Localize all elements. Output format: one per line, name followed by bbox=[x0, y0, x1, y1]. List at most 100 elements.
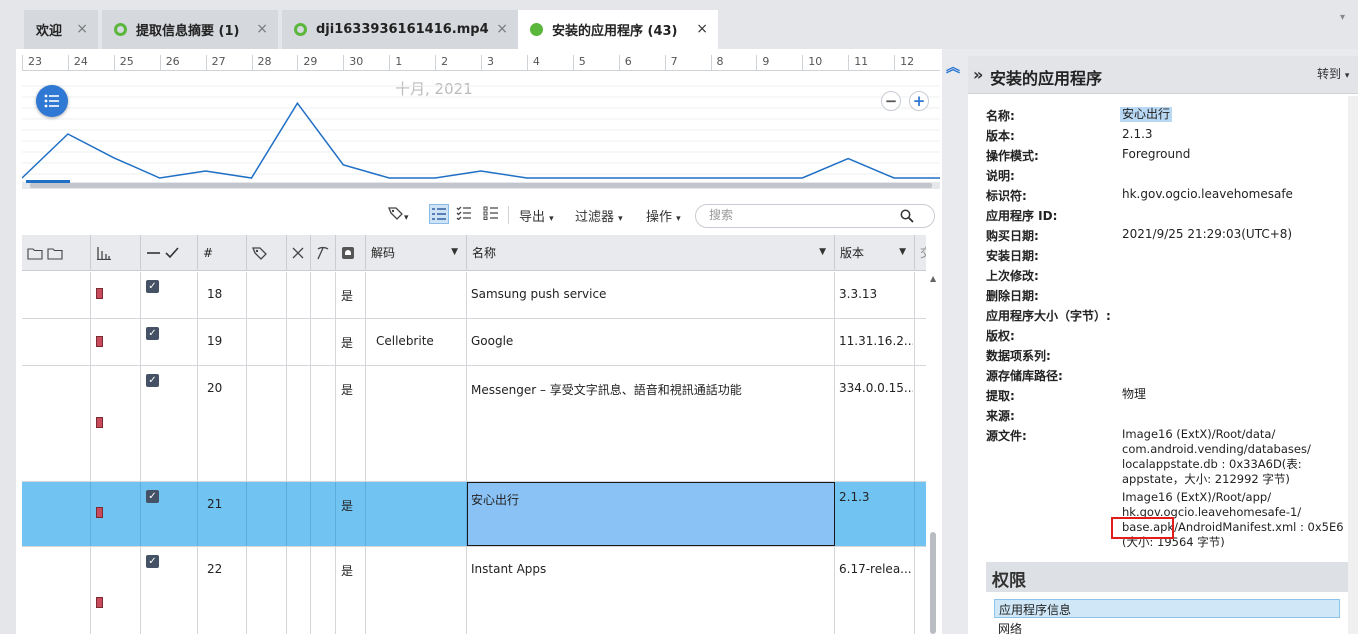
header-bars[interactable] bbox=[91, 235, 141, 271]
close-icon[interactable]: × bbox=[76, 21, 88, 37]
row-checkbox[interactable]: ✓ bbox=[146, 374, 159, 387]
status-marker bbox=[96, 507, 103, 518]
list-view-button[interactable] bbox=[36, 85, 68, 117]
export-label: 导出 bbox=[519, 210, 546, 225]
action-label: 操作 bbox=[646, 210, 673, 225]
permissions-header: 权限 bbox=[986, 562, 1348, 592]
table-row[interactable]: ✓ 20 是 Messenger – 享受文字訊息、語音和視訊通話功能 334.… bbox=[22, 366, 926, 482]
field-label: 应用程序 ID: bbox=[986, 209, 1058, 223]
tag-icon bbox=[388, 207, 403, 220]
permission-item[interactable]: 网络 bbox=[998, 620, 1022, 634]
header-carved[interactable] bbox=[311, 235, 336, 271]
close-x-icon bbox=[292, 247, 304, 258]
timeline-tick-label: 30 bbox=[343, 55, 363, 71]
view-mode-checked-button[interactable] bbox=[456, 206, 472, 224]
tab-installed-apps[interactable]: 安装的应用程序 (43) × bbox=[518, 10, 718, 49]
source-file-line[interactable]: appstate，大小: 212992 字节) bbox=[1122, 472, 1290, 487]
search-icon[interactable] bbox=[900, 209, 914, 223]
source-file-line[interactable]: Image16 (ExtX)/Root/data/ bbox=[1122, 427, 1275, 442]
tab-welcome[interactable]: 欢迎 × bbox=[24, 10, 98, 49]
table-row[interactable]: ✓ 22 是 Instant Apps 6.17-relea... bbox=[22, 547, 926, 634]
field-label: 应用程序大小（字节）: bbox=[986, 309, 1111, 323]
field-label: 删除日期: bbox=[986, 289, 1039, 303]
panel-splitter[interactable] bbox=[942, 49, 964, 634]
close-icon[interactable]: × bbox=[256, 21, 268, 37]
table-row-selected[interactable]: ✓ 21 是 安心出行 2.1.3 bbox=[22, 482, 926, 547]
header-android[interactable] bbox=[336, 235, 366, 271]
status-marker bbox=[96, 336, 103, 347]
search-box bbox=[695, 204, 935, 228]
timeline-scrollbar-thumb[interactable] bbox=[30, 183, 932, 188]
row-checkbox[interactable]: ✓ bbox=[146, 327, 159, 340]
timeline-tick-label: 25 bbox=[113, 55, 134, 71]
zoom-in-button[interactable]: + bbox=[909, 91, 929, 111]
header-version-label: 版本 bbox=[840, 246, 865, 260]
zoom-out-button[interactable]: − bbox=[881, 91, 901, 111]
apps-table: # 解码 ▼ 名称 ▼ 版本 ▼ 交 ✓ 18 是 Samsung push serv… bbox=[22, 235, 926, 634]
field-label: 说明: bbox=[986, 169, 1015, 183]
header-tag[interactable] bbox=[247, 235, 287, 271]
source-file-line[interactable]: Image16 (ExtX)/Root/app/ bbox=[1122, 490, 1271, 505]
row-number: 22 bbox=[207, 562, 223, 576]
scroll-up-icon[interactable]: ▲ bbox=[930, 274, 936, 283]
source-file-line[interactable]: com.android.vending/databases/ bbox=[1122, 442, 1311, 457]
details-scrollbar[interactable] bbox=[1348, 96, 1358, 634]
close-icon[interactable]: × bbox=[496, 21, 508, 37]
row-checkbox[interactable]: ✓ bbox=[146, 555, 159, 568]
row-name: Samsung push service bbox=[471, 287, 607, 301]
field-label: 版本: bbox=[986, 129, 1015, 143]
header-name[interactable]: 名称 ▼ bbox=[467, 235, 835, 271]
tag-dropdown-button[interactable]: ▾ bbox=[388, 206, 409, 224]
header-decode-label: 解码 bbox=[371, 246, 396, 260]
header-decode[interactable]: 解码 ▼ bbox=[366, 235, 467, 271]
timeline-chart[interactable] bbox=[22, 72, 940, 190]
row-version: 6.17-relea... bbox=[839, 562, 912, 576]
table-row[interactable]: ✓ 19 是 Cellebrite Google 11.31.16.2... bbox=[22, 319, 926, 366]
row-deleted: 是 bbox=[341, 289, 354, 303]
action-menu-button[interactable]: 操作 ▾ bbox=[646, 206, 681, 225]
tab-label: dji1633936161416.mp4 bbox=[316, 22, 489, 37]
field-value: hk.gov.ogcio.leavehomesafe bbox=[1122, 187, 1293, 201]
filter-menu-button[interactable]: 过滤器 ▾ bbox=[575, 206, 623, 225]
header-checkbox[interactable] bbox=[141, 235, 198, 271]
goto-menu-button[interactable]: 转到 ▾ bbox=[1317, 65, 1349, 82]
permission-item[interactable]: 应用程序信息 bbox=[994, 599, 1340, 618]
focused-cell[interactable]: 安心出行 bbox=[467, 482, 835, 546]
source-file-line[interactable]: localappstate.db : 0x33A6D(表: bbox=[1122, 457, 1302, 472]
check-toggle-icon bbox=[147, 246, 179, 258]
table-scroll-thumb[interactable] bbox=[930, 532, 936, 634]
export-menu-button[interactable]: 导出 ▾ bbox=[519, 206, 554, 225]
highlight-box bbox=[1111, 517, 1174, 539]
timeline-tick-label: 23 bbox=[22, 55, 42, 71]
bar-chart-icon bbox=[97, 246, 111, 260]
timeline-tick-label: 28 bbox=[251, 55, 272, 71]
header-folders[interactable] bbox=[22, 235, 91, 271]
timeline-gridlines bbox=[22, 85, 940, 175]
timeline-tick-label: 4 bbox=[526, 55, 540, 71]
tab-overflow-icon[interactable]: ▾ bbox=[1340, 12, 1345, 23]
header-number[interactable]: # bbox=[198, 235, 247, 271]
view-mode-list-button[interactable] bbox=[429, 204, 449, 224]
search-input[interactable] bbox=[709, 208, 889, 222]
tab-label: 提取信息摘要 (1) bbox=[136, 24, 240, 39]
timeline-tick-label: 26 bbox=[159, 55, 180, 71]
timeline-tick-label: 11 bbox=[848, 55, 868, 71]
expand-right-icon[interactable]: » bbox=[973, 65, 983, 84]
close-icon[interactable]: × bbox=[696, 21, 708, 37]
row-checkbox[interactable]: ✓ bbox=[146, 280, 159, 293]
tab-extraction-summary[interactable]: 提取信息摘要 (1) × bbox=[102, 10, 278, 49]
row-deleted: 是 bbox=[341, 383, 354, 397]
row-checkbox[interactable]: ✓ bbox=[146, 490, 159, 503]
row-version: 11.31.16.2... bbox=[839, 334, 913, 348]
header-number-label: # bbox=[203, 245, 214, 260]
collapse-up-icon[interactable]: ︽ bbox=[946, 57, 960, 77]
tab-video-file[interactable]: dji1633936161416.mp4 × bbox=[282, 10, 518, 49]
header-version[interactable]: 版本 ▼ bbox=[835, 235, 915, 271]
header-more[interactable]: 交 bbox=[915, 235, 926, 271]
view-mode-unchecked-button[interactable] bbox=[483, 206, 499, 224]
timeline-tick-label: 29 bbox=[297, 55, 317, 71]
row-deleted: 是 bbox=[341, 336, 354, 350]
table-row[interactable]: ✓ 18 是 Samsung push service 3.3.13 bbox=[22, 272, 926, 319]
status-marker bbox=[96, 597, 103, 608]
header-deleted[interactable] bbox=[287, 235, 311, 271]
